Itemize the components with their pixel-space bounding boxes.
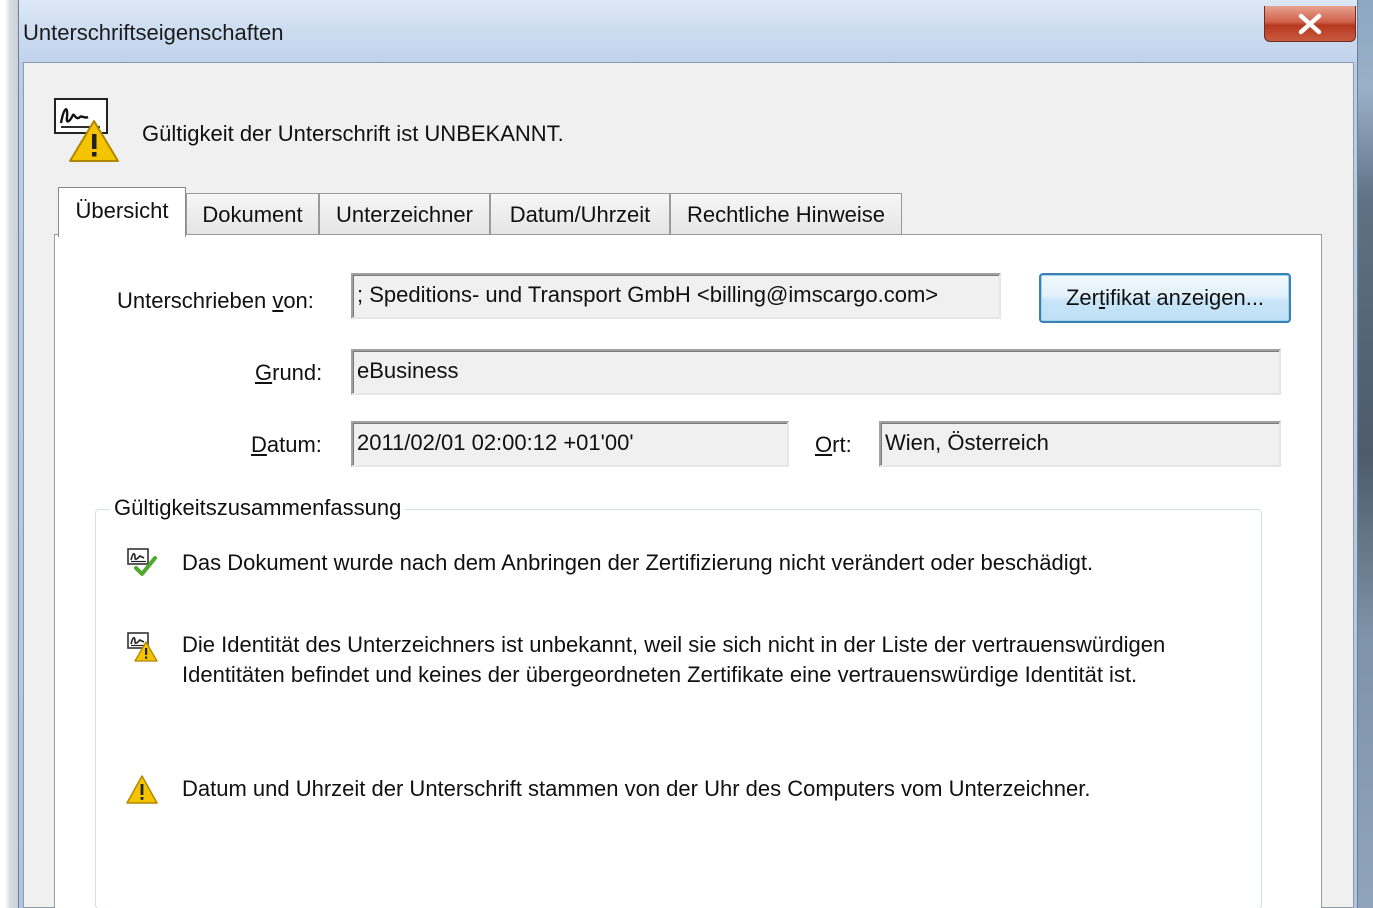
location-label: Ort: — [815, 432, 852, 457]
signer-identity-text: Die Identität des Unterzeichners ist unb… — [182, 632, 1166, 687]
validity-summary-group: Gültigkeitszusammenfassung Das Dokument … — [95, 495, 1262, 908]
location-field[interactable]: Wien, Österreich — [879, 421, 1281, 467]
tab-signer[interactable]: Unterzeichner — [319, 193, 490, 235]
date-label: Datum: — [251, 432, 322, 457]
timestamp-warning-text: Datum und Uhrzeit der Unterschrift stamm… — [182, 776, 1091, 801]
close-icon — [1298, 13, 1322, 34]
tab-overview[interactable]: Übersicht — [58, 187, 186, 237]
tab-document[interactable]: Dokument — [186, 193, 319, 235]
identity-warning-icon — [127, 632, 158, 662]
tab-legal-notices[interactable]: Rechtliche Hinweise — [670, 193, 902, 235]
reason-field[interactable]: eBusiness — [351, 349, 1281, 395]
validity-status-text: Gültigkeit der Unterschrift ist UNBEKANN… — [142, 121, 564, 146]
signature-properties-dialog: Unterschriftseigenschaften Gültigkeit de… — [18, 0, 1358, 908]
signature-warning-icon — [54, 98, 119, 162]
show-certificate-button[interactable]: Zer t ifikat anzeigen... — [1039, 273, 1291, 323]
close-button[interactable] — [1264, 6, 1356, 42]
date-field[interactable]: 2011/02/01 02:00:12 +01'00' — [351, 421, 789, 467]
overview-panel: Unterschrieben von: ; Speditions- und Tr… — [54, 234, 1322, 908]
dialog-body: Gültigkeit der Unterschrift ist UNBEKANN… — [23, 62, 1354, 908]
document-valid-icon — [127, 548, 157, 576]
reason-label: Grund: — [255, 360, 323, 385]
signed-by-label: Unterschrieben von: — [117, 288, 314, 313]
tab-date-time[interactable]: Datum/Uhrzeit — [490, 193, 670, 235]
document-integrity-text: Das Dokument wurde nach dem Anbringen de… — [182, 550, 1094, 575]
title-bar[interactable]: Unterschriftseigenschaften — [19, 0, 1357, 62]
desktop-edge-left — [0, 0, 20, 908]
validity-summary-title: Gültigkeitszusammenfassung — [110, 495, 406, 521]
window-title: Unterschriftseigenschaften — [23, 20, 284, 45]
warning-icon — [126, 775, 158, 804]
signed-by-field[interactable]: ; Speditions- und Transport GmbH <billin… — [351, 273, 1001, 319]
